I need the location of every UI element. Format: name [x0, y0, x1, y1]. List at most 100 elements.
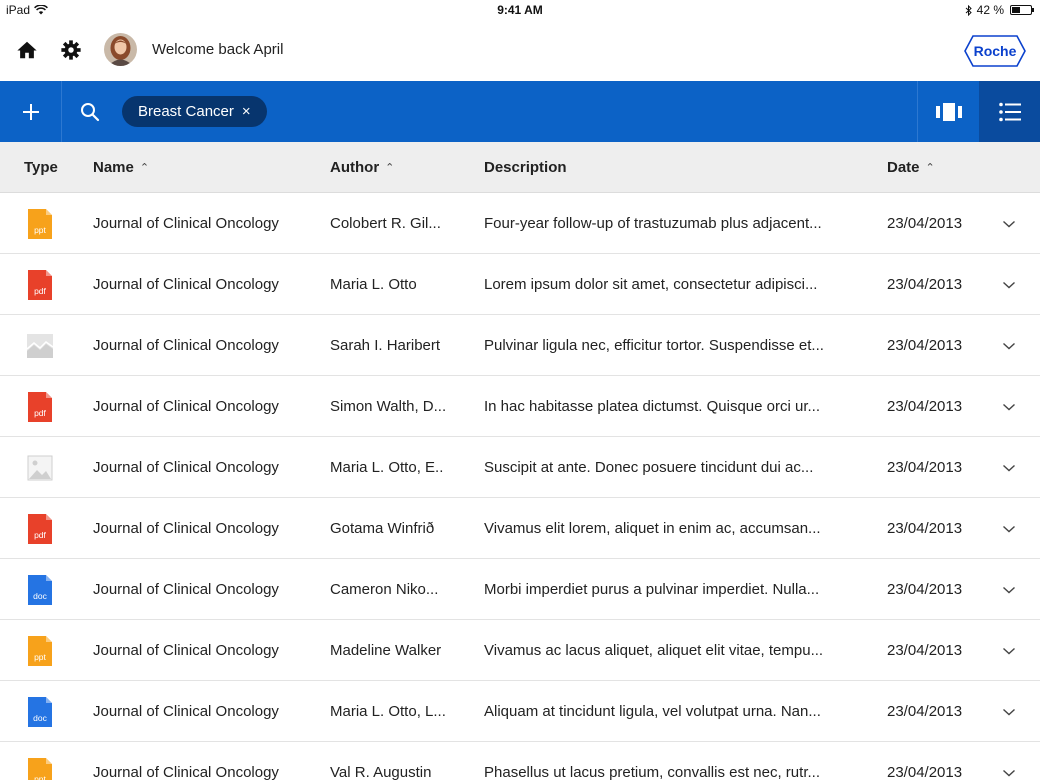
row-description: In hac habitasse platea dictumst. Quisqu…	[484, 398, 821, 415]
column-header-description: Description	[484, 159, 567, 176]
row-date: 23/04/2013	[887, 459, 963, 476]
row-author: Maria L. Otto, L...	[330, 703, 446, 720]
svg-text:pdf: pdf	[34, 286, 46, 296]
status-right: 42 %	[965, 3, 1034, 17]
row-name: Journal of Clinical Oncology	[93, 459, 279, 476]
table-row[interactable]: doc Journal of Clinical Oncology Maria L…	[0, 681, 1040, 742]
sort-icon: ⌃︎	[925, 162, 935, 174]
svg-text:pdf: pdf	[34, 408, 46, 418]
chevron-down-icon[interactable]	[1002, 524, 1016, 534]
row-name: Journal of Clinical Oncology	[93, 703, 279, 720]
table-header: Type Name ⌃︎ Author ⌃︎ Description Date …	[0, 142, 1040, 193]
row-description: Vivamus ac lacus aliquet, aliquet elit v…	[484, 642, 824, 659]
row-date: 23/04/2013	[887, 337, 963, 354]
chevron-down-icon[interactable]	[1002, 646, 1016, 656]
row-name: Journal of Clinical Oncology	[93, 276, 279, 293]
image-file-icon	[27, 455, 53, 481]
row-description: Phasellus ut lacus pretium, convallis es…	[484, 764, 820, 780]
table-row[interactable]: doc Journal of Clinical Oncology Cameron…	[0, 559, 1040, 620]
row-description: Lorem ipsum dolor sit amet, consectetur …	[484, 276, 818, 293]
row-author: Sarah I. Haribert	[330, 337, 441, 354]
table-row[interactable]: ppt Journal of Clinical Oncology Madelin…	[0, 620, 1040, 681]
row-name: Journal of Clinical Oncology	[93, 520, 279, 537]
chevron-down-icon[interactable]	[1002, 585, 1016, 595]
chevron-down-icon[interactable]	[1002, 280, 1016, 290]
plus-icon	[22, 103, 39, 120]
row-author: Val R. Augustin	[330, 764, 432, 780]
card-view-button[interactable]	[917, 81, 979, 142]
table-row[interactable]: pdf Journal of Clinical Oncology Gotama …	[0, 498, 1040, 559]
chevron-down-icon[interactable]	[1002, 768, 1016, 778]
filter-chip-breast-cancer[interactable]: Breast Cancer ×	[122, 96, 267, 127]
toolbar: Breast Cancer ×	[0, 81, 1040, 142]
row-description: Vivamus elit lorem, aliquet in enim ac, …	[484, 520, 821, 537]
pdf-file-icon: pdf	[28, 270, 52, 300]
table-row[interactable]: pdf Journal of Clinical Oncology Maria L…	[0, 254, 1040, 315]
roche-logo: Roche	[964, 35, 1026, 67]
row-description: Suscipit at ante. Donec posuere tincidun…	[484, 459, 814, 476]
svg-text:ppt: ppt	[34, 225, 46, 235]
row-description: Aliquam at tincidunt ligula, vel volutpa…	[484, 703, 821, 720]
row-author: Maria L. Otto, E..	[330, 459, 444, 476]
bluetooth-icon	[965, 4, 972, 16]
logo-text: Roche	[974, 43, 1017, 59]
chevron-down-icon[interactable]	[1002, 463, 1016, 473]
ppt-file-icon: ppt	[28, 758, 52, 780]
avatar[interactable]	[104, 33, 137, 66]
row-author: Simon Walth, D...	[330, 398, 447, 415]
welcome-message: Welcome back April	[152, 41, 284, 58]
list-view-button[interactable]	[979, 81, 1040, 142]
column-type-label: Type	[24, 159, 58, 176]
row-date: 23/04/2013	[887, 642, 963, 659]
row-name: Journal of Clinical Oncology	[93, 398, 279, 415]
row-name: Journal of Clinical Oncology	[93, 337, 279, 354]
row-date: 23/04/2013	[887, 703, 963, 720]
row-description: Morbi imperdiet purus a pulvinar imperdi…	[484, 581, 820, 598]
add-button[interactable]	[0, 81, 62, 142]
table-row[interactable]: Journal of Clinical Oncology Maria L. Ot…	[0, 437, 1040, 498]
column-header-date[interactable]: Date ⌃︎	[887, 159, 935, 176]
column-header-author[interactable]: Author ⌃︎	[330, 159, 394, 176]
column-header-name[interactable]: Name ⌃︎	[93, 159, 149, 176]
svg-text:ppt: ppt	[34, 774, 46, 780]
ppt-file-icon: ppt	[28, 209, 52, 239]
list-view-icon	[998, 102, 1021, 121]
row-date: 23/04/2013	[887, 398, 963, 415]
column-date-label: Date	[887, 159, 920, 176]
search-icon[interactable]	[78, 100, 102, 124]
chart-file-icon	[26, 334, 54, 358]
row-author: Madeline Walker	[330, 642, 442, 659]
table-row[interactable]: pdf Journal of Clinical Oncology Simon W…	[0, 376, 1040, 437]
app-header: Welcome back April Roche	[0, 20, 1040, 81]
row-name: Journal of Clinical Oncology	[93, 581, 279, 598]
row-author: Colobert R. Gil...	[330, 215, 441, 232]
column-description-label: Description	[484, 159, 567, 176]
chevron-down-icon[interactable]	[1002, 341, 1016, 351]
sort-icon: ⌃︎	[385, 162, 395, 174]
battery-percent: 42 %	[976, 3, 1004, 17]
doc-file-icon: doc	[28, 575, 52, 605]
table-row[interactable]: Journal of Clinical Oncology Sarah I. Ha…	[0, 315, 1040, 376]
row-date: 23/04/2013	[887, 764, 963, 780]
chevron-down-icon[interactable]	[1002, 707, 1016, 717]
doc-file-icon: doc	[28, 697, 52, 727]
table-row[interactable]: ppt Journal of Clinical Oncology Colober…	[0, 193, 1040, 254]
pdf-file-icon: pdf	[28, 392, 52, 422]
table-row[interactable]: ppt Journal of Clinical Oncology Val R. …	[0, 742, 1040, 780]
svg-text:pdf: pdf	[34, 530, 46, 540]
row-description: Pulvinar ligula nec, efficitur tortor. S…	[484, 337, 824, 354]
home-icon[interactable]	[16, 39, 38, 61]
row-name: Journal of Clinical Oncology	[93, 642, 279, 659]
status-bar: iPad 9:41 AM 42 %	[0, 0, 1040, 20]
column-author-label: Author	[330, 159, 380, 176]
chevron-down-icon[interactable]	[1002, 219, 1016, 229]
gear-icon[interactable]	[60, 39, 82, 61]
row-author: Gotama Winfrið	[330, 520, 435, 537]
document-list: ppt Journal of Clinical Oncology Colober…	[0, 193, 1040, 780]
row-name: Journal of Clinical Oncology	[93, 764, 279, 780]
ppt-file-icon: ppt	[28, 636, 52, 666]
row-date: 23/04/2013	[887, 581, 963, 598]
chevron-down-icon[interactable]	[1002, 402, 1016, 412]
filter-chip-close-button[interactable]: ×	[242, 103, 251, 120]
svg-text:ppt: ppt	[34, 652, 46, 662]
